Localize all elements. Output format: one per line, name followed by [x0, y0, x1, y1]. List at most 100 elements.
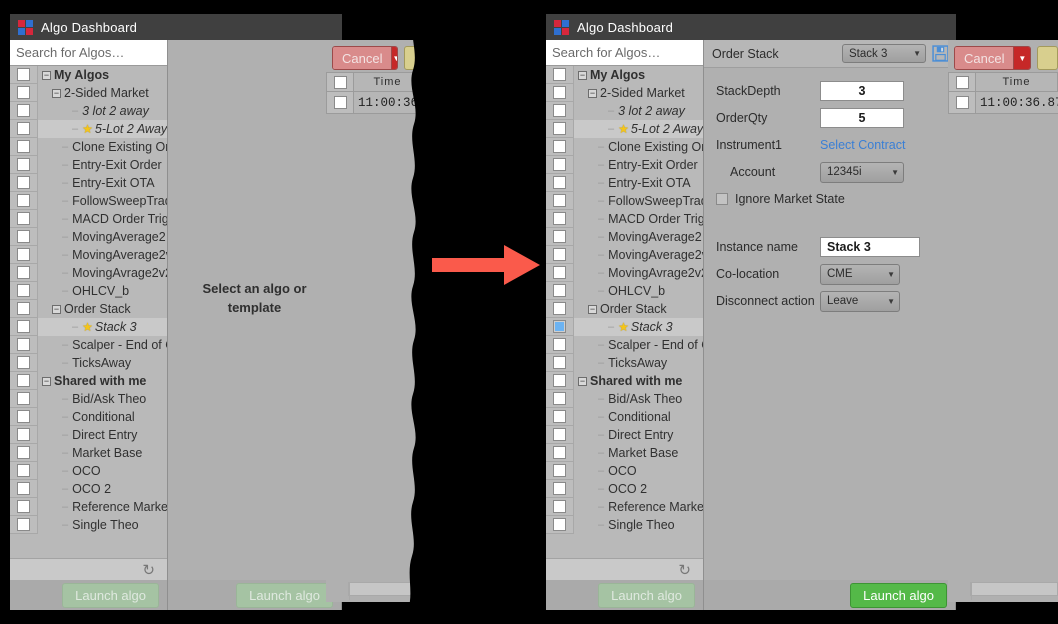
tree-row[interactable]: – Entry-Exit OTA [10, 174, 167, 192]
tree-row-checkbox-cell[interactable] [10, 264, 38, 282]
tree-row-checkbox[interactable] [553, 248, 566, 261]
launch-algo-button-tree[interactable]: Launch algo [598, 582, 695, 608]
template-select[interactable]: Stack 3 ▼ [842, 44, 926, 63]
tree-row[interactable]: –3 lot 2 away [10, 102, 167, 120]
launch-algo-button-detail[interactable]: Launch algo [236, 582, 333, 608]
tree-row-checkbox-cell[interactable] [546, 228, 574, 246]
tree-row-checkbox[interactable] [553, 68, 566, 81]
tree-row[interactable]: – OCO [546, 462, 703, 480]
grid-select-all-cell[interactable] [326, 72, 354, 92]
field-ignore-market-state[interactable]: Ignore Market State [716, 188, 945, 210]
secondary-toolbar-button[interactable] [1037, 46, 1058, 70]
tree-row[interactable]: – Bid/Ask Theo [10, 390, 167, 408]
tree-row[interactable]: – Single Theo [10, 516, 167, 534]
tree-row-checkbox-cell[interactable] [546, 426, 574, 444]
tree-row-checkbox-cell[interactable] [10, 102, 38, 120]
tree-row-checkbox-cell[interactable] [546, 210, 574, 228]
tree-row-checkbox-cell[interactable] [10, 84, 38, 102]
tree-row-checkbox-cell[interactable] [546, 444, 574, 462]
tree-row-checkbox[interactable] [17, 248, 30, 261]
tree-row-checkbox-cell[interactable] [546, 66, 574, 84]
tree-row[interactable]: − Order Stack [10, 300, 167, 318]
account-select[interactable]: 12345i ▼ [820, 161, 904, 183]
tree-expander-icon[interactable]: − [588, 304, 597, 314]
tree-row-checkbox-cell[interactable] [546, 336, 574, 354]
grid-row-select-cell[interactable] [326, 92, 354, 114]
tree-row[interactable]: −2-Sided Market [10, 84, 167, 102]
tree-row-checkbox-cell[interactable] [546, 318, 574, 336]
tree-row[interactable]: – Entry-Exit Order [546, 156, 703, 174]
tree-row-checkbox[interactable] [17, 176, 30, 189]
tree-row[interactable]: – TicksAway [546, 354, 703, 372]
tree-row-checkbox-cell[interactable] [10, 120, 38, 138]
scrollbar-thumb[interactable] [971, 583, 972, 600]
refresh-icon[interactable]: ↻ [678, 561, 691, 579]
tree-row-checkbox[interactable] [17, 158, 30, 171]
tree-expander-icon[interactable]: − [42, 376, 51, 386]
tree-row[interactable]: – MovingAverage2 [10, 228, 167, 246]
tree-row-checkbox-cell[interactable] [546, 354, 574, 372]
search-input[interactable]: Search for Algos… [10, 40, 167, 66]
tree-row[interactable]: − My Algos [546, 66, 703, 84]
tree-row-checkbox-cell[interactable] [546, 516, 574, 534]
tree-row-checkbox-cell[interactable] [546, 264, 574, 282]
tree-row[interactable]: – ★ 5-Lot 2 Away [546, 120, 703, 138]
tree-row[interactable]: –3 lot 2 away [546, 102, 703, 120]
tree-row-checkbox[interactable] [17, 356, 30, 369]
tree-row[interactable]: − Shared with me [10, 372, 167, 390]
favorite-star-icon[interactable]: ★ [618, 122, 629, 136]
grid-select-all-checkbox[interactable] [333, 75, 347, 89]
tree-row-checkbox[interactable] [553, 446, 566, 459]
tree-row-checkbox-cell[interactable] [10, 444, 38, 462]
tree-row[interactable]: −2-Sided Market [546, 84, 703, 102]
tree-row[interactable]: –Clone Existing Order [546, 138, 703, 156]
favorite-star-icon[interactable]: ★ [618, 320, 629, 334]
tree-row[interactable]: –MACD Order Trigger [10, 210, 167, 228]
tree-row[interactable]: – MovingAverage2 [546, 228, 703, 246]
tree-row-checkbox-cell[interactable] [10, 372, 38, 390]
disconnect-action-select[interactable]: Leave ▼ [820, 290, 900, 312]
tree-row-checkbox[interactable] [17, 194, 30, 207]
tree-expander-icon[interactable]: − [588, 88, 597, 98]
tree-expander-icon[interactable]: − [42, 70, 51, 80]
tree-row-checkbox-cell[interactable] [546, 174, 574, 192]
tree-row-checkbox-cell[interactable] [10, 210, 38, 228]
tree-row-checkbox-cell[interactable] [10, 498, 38, 516]
tree-row-checkbox-cell[interactable] [10, 174, 38, 192]
tree-row-checkbox[interactable] [17, 122, 30, 135]
grid-row-checkbox[interactable] [333, 96, 347, 109]
tree-row-checkbox[interactable] [17, 428, 30, 441]
tree-row[interactable]: − Order Stack [546, 300, 703, 318]
tree-row-checkbox[interactable] [553, 356, 566, 369]
tree-row-checkbox-cell[interactable] [546, 138, 574, 156]
cancel-button[interactable]: Cancel ▼ [332, 46, 399, 70]
tree-row-checkbox[interactable] [17, 212, 30, 225]
tree-row[interactable]: – Entry-Exit OTA [546, 174, 703, 192]
tree-row[interactable]: – Entry-Exit Order [10, 156, 167, 174]
tree-row[interactable]: – ★ Stack 3 [546, 318, 703, 336]
tree-row-checkbox-cell[interactable] [10, 318, 38, 336]
tree-expander-icon[interactable]: − [52, 304, 61, 314]
tree-row-checkbox-cell[interactable] [10, 282, 38, 300]
grid-horizontal-scrollbar[interactable] [970, 582, 1058, 600]
tree-row-checkbox[interactable] [17, 302, 30, 315]
tree-row[interactable]: – Market Base [546, 444, 703, 462]
tree-row-checkbox[interactable] [17, 518, 30, 531]
tree-row-checkbox-cell[interactable] [10, 228, 38, 246]
tree-row-checkbox-cell[interactable] [546, 246, 574, 264]
tree-row-checkbox-cell[interactable] [10, 138, 38, 156]
tree-row-checkbox[interactable] [17, 140, 30, 153]
tree-row[interactable]: – Reference Market [546, 498, 703, 516]
tree-row-checkbox-cell[interactable] [546, 498, 574, 516]
tree-row-checkbox-cell[interactable] [546, 84, 574, 102]
tree-row-checkbox-cell[interactable] [10, 156, 38, 174]
table-row[interactable]: 11:00:36.872 [948, 92, 1058, 114]
tree-row-checkbox[interactable] [553, 140, 566, 153]
algo-tree[interactable]: − My Algos −2-Sided Market –3 lot 2 away – ★ 5… [10, 66, 167, 558]
tree-row-checkbox-cell[interactable] [546, 390, 574, 408]
tree-row-checkbox[interactable] [553, 158, 566, 171]
tree-row-checkbox[interactable] [553, 500, 566, 513]
tree-row-checkbox-cell[interactable] [10, 192, 38, 210]
grid-select-all-cell[interactable] [948, 72, 976, 92]
tree-row-checkbox[interactable] [553, 266, 566, 279]
